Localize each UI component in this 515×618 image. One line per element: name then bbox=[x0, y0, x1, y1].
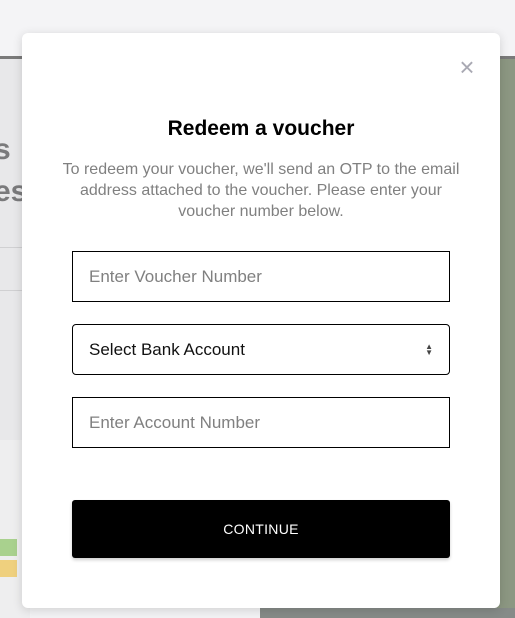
color-swatch bbox=[0, 539, 17, 556]
continue-button[interactable]: CONTINUE bbox=[72, 500, 450, 558]
color-swatch bbox=[0, 560, 17, 577]
voucher-number-input[interactable] bbox=[73, 252, 449, 301]
bank-account-select[interactable]: Select Bank Account ▲ ▼ bbox=[72, 324, 450, 375]
select-arrows-icon: ▲ ▼ bbox=[425, 341, 433, 357]
redeem-voucher-modal: × Redeem a voucher To redeem your vouche… bbox=[22, 33, 500, 608]
close-icon[interactable]: × bbox=[457, 54, 477, 80]
modal-title: Redeem a voucher bbox=[167, 117, 355, 140]
account-number-input[interactable] bbox=[73, 398, 449, 447]
voucher-number-field[interactable] bbox=[72, 251, 450, 302]
background-text: s bbox=[0, 133, 11, 166]
modal-description: To redeem your voucher, we'll send an OT… bbox=[62, 161, 460, 220]
background-image bbox=[260, 608, 515, 618]
account-number-field[interactable] bbox=[72, 397, 450, 448]
bank-account-select-value: Select Bank Account bbox=[89, 339, 245, 359]
